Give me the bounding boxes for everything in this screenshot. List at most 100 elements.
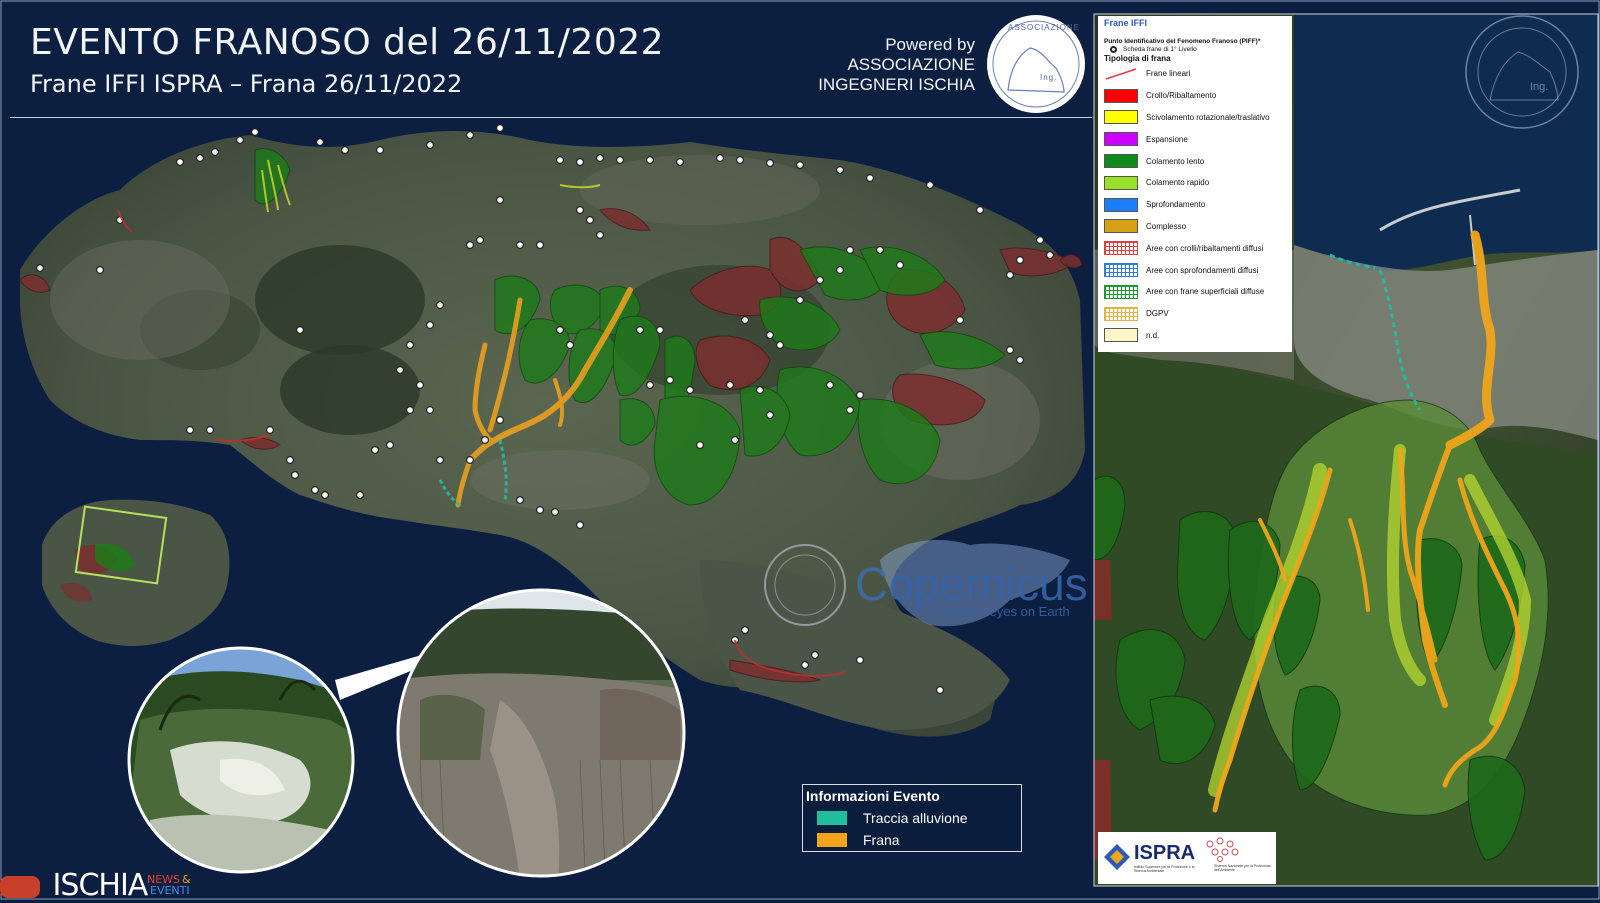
piff-point [765,331,774,340]
piff-point [535,506,544,515]
event-info-label: Traccia alluvione [863,810,968,826]
piff-point [396,366,405,375]
legend-label: Colamento rapido [1146,178,1210,188]
piff-point [740,316,749,325]
legend-swatch-icon [1104,132,1138,147]
piff-point [426,141,435,150]
piff-point [376,146,385,155]
piff-point [730,436,739,445]
brand-tag-eventi: EVENTI [150,884,190,897]
piff-point [426,406,435,415]
piff-point [206,426,215,435]
piff-point [855,391,864,400]
photo-circle-small [127,646,355,874]
legend-piff-label: Scheda frane di 1° Livello [1123,46,1197,53]
event-info-box: Informazioni Evento Traccia alluvione Fr… [802,784,1022,852]
legend-swatch-icon [1104,175,1138,190]
piff-point [535,241,544,250]
piff-point [296,326,305,335]
ispra-wordmark: ISPRA [1134,842,1196,864]
legend-label: Frane lineari [1146,69,1191,79]
legend-label: n.d. [1146,330,1160,340]
map-canvas: Copernicus Europe's eyes on Earth Ing. A… [0,0,1600,900]
legend-label: Crollo/Ribaltamento [1146,91,1217,101]
brand-name: ISCHIA [52,868,149,903]
ispra-diamond-icon [1104,844,1130,870]
legend-swatch-icon [1104,197,1138,212]
piff-point-icon [1110,46,1117,53]
alluvione-swatch-icon [817,811,847,825]
piff-point [645,156,654,165]
legend-label: Espansione [1146,134,1188,144]
legend-swatch-icon [1104,306,1138,321]
piff-point [835,266,844,275]
piff-point [795,296,804,305]
piff-point [740,625,749,634]
piff-point [925,181,934,190]
snpa-network-icon [1206,837,1239,862]
piff-point [800,660,809,669]
piff-point [810,650,819,659]
piff-point [595,231,604,240]
piff-point [875,246,884,255]
ischia-news-brand: ISCHIA NEWS & EVENTI [0,868,191,903]
piff-point [436,456,445,465]
legend-row: Crollo/Ribaltamento [1104,85,1286,107]
piff-point [286,456,295,465]
piff-point [715,154,724,163]
piff-point [291,471,300,480]
legend-panel: Frane IFFI Punto Identificativo del Feno… [1098,16,1292,352]
piff-point [795,161,804,170]
ispra-caption: Istituto Superiore per la Protezione e l… [1134,865,1195,873]
legend-swatch-icon [1104,110,1138,125]
legend-label: Sprofondamento [1146,200,1206,210]
seal-center-text: Ing. [1040,73,1057,82]
piff-point [1005,271,1014,280]
piff-point [251,128,260,137]
legend-piff-item: Scheda frane di 1° Livello [1110,46,1286,53]
piff-point [316,138,325,147]
legend-swatch-icon [1104,67,1138,81]
legend-title: Frane IFFI [1104,18,1148,28]
piff-point [356,491,365,500]
piff-point [406,341,415,350]
piff-point [575,206,584,215]
piff-point [1035,236,1044,245]
legend-row: DGPV [1104,303,1286,325]
piff-point [775,341,784,350]
legend-typology-title: Tipologia di frana [1104,54,1171,63]
piff-point [955,316,964,325]
legend-row: Colamento rapido [1104,172,1286,194]
legend-row: Aree con frane superficiali diffuse [1104,281,1286,303]
piff-point [765,411,774,420]
piff-point [515,496,524,505]
piff-point [1015,356,1024,365]
inset-island-map [42,499,230,646]
piff-point [496,196,505,205]
ispra-logo-box: ISPRA Istituto Superiore per la Protezio… [1098,832,1276,884]
piff-point [685,386,694,395]
piff-point [211,148,220,157]
powered-by-block: Powered by ASSOCIAZIONE INGEGNERI ISCHIA [818,35,975,95]
piff-point [386,441,395,450]
piff-point [595,154,604,163]
piff-point [585,216,594,225]
legend-swatch-icon [1104,328,1138,343]
piff-point [645,381,654,390]
piff-point [935,685,944,694]
legend-row: n.d. [1104,325,1286,347]
legend-row: Aree con sprofondamenti diffusi [1104,259,1286,281]
legend-swatch-icon [1104,263,1138,278]
piff-point [550,508,559,517]
legend-label: DGPV [1146,309,1169,319]
piff-point [371,446,380,455]
piff-point [565,341,574,350]
piff-point [176,158,185,167]
piff-point [555,156,564,165]
piff-point [466,131,475,140]
piff-point [855,655,864,664]
piff-point [575,520,584,529]
powered-by-org-line1: ASSOCIAZIONE [847,55,975,74]
legend-label: Aree con sprofondamenti diffusi [1146,265,1259,275]
copernicus-wordmark: Copernicus [855,558,1088,610]
